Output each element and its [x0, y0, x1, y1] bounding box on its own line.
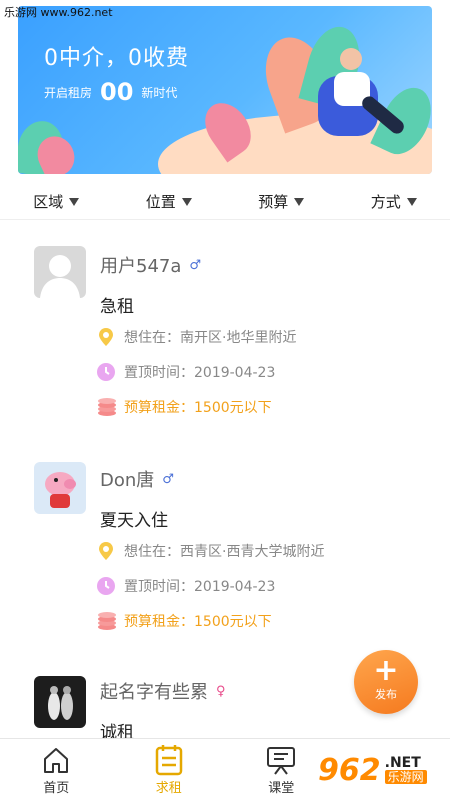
location-row: 想住在：南开区·地华里附近	[96, 327, 296, 347]
listing-title: 急租	[100, 297, 134, 317]
budget-row: 预算租金：1500元以下	[96, 397, 272, 417]
budget-text: 预算租金：1500元以下	[124, 614, 272, 630]
pin-time-row: 置顶时间：2019-04-23	[96, 576, 275, 596]
location-row: 想住在：西青区·西青大学城附近	[96, 541, 324, 561]
filter-label: 区域	[33, 193, 64, 211]
watermark-logo-number: 962	[318, 752, 381, 788]
tab-home[interactable]: 首页	[21, 743, 91, 796]
watermark-logo-sub: .NET 乐游网	[384, 755, 427, 784]
username: Don唐	[100, 470, 155, 491]
pin-time-row: 置顶时间：2019-04-23	[96, 362, 275, 382]
filter-location[interactable]: 位置	[146, 191, 192, 212]
location-text: 想住在：西青区·西青大学城附近	[124, 544, 325, 560]
plus-icon: +	[373, 653, 399, 688]
banner-person-illustration	[318, 46, 408, 166]
coins-icon	[96, 611, 116, 631]
photo-avatar-icon	[48, 686, 73, 720]
notepad-icon	[134, 743, 204, 777]
filter-label: 预算	[258, 193, 289, 211]
filter-method[interactable]: 方式	[371, 191, 417, 212]
banner-subline: 开启租房 00 新时代	[44, 78, 177, 106]
caret-down-icon	[69, 197, 80, 206]
banner-headline: 0中介，0收费	[44, 46, 189, 71]
female-icon: ♀	[216, 683, 226, 699]
tab-label: 首页	[43, 781, 70, 796]
default-user-icon	[40, 255, 80, 298]
promo-banner[interactable]: 0中介，0收费 开启租房 00 新时代	[18, 6, 432, 174]
home-icon	[21, 743, 91, 777]
coins-icon	[96, 397, 116, 417]
listing-title: 夏天入住	[100, 511, 168, 531]
watermark-top-text: 乐游网 www.962.net	[4, 6, 113, 19]
location-pin-icon	[96, 327, 116, 347]
filter-bar: 区域 位置 预算 方式	[0, 184, 450, 220]
budget-row: 预算租金：1500元以下	[96, 611, 272, 631]
location-pin-icon	[96, 541, 116, 561]
watermark-logo-net: .NET	[384, 755, 421, 771]
pig-avatar-icon	[45, 472, 76, 508]
publish-label: 发布	[375, 688, 397, 701]
location-text: 想住在：南开区·地华里附近	[124, 330, 297, 346]
male-icon: ♂	[162, 471, 174, 487]
avatar[interactable]	[34, 676, 86, 728]
username-row: Don唐 ♂	[100, 466, 174, 492]
clock-icon	[96, 362, 116, 382]
tab-label: 求租	[155, 781, 182, 796]
pin-time-text: 置顶时间：2019-04-23	[124, 365, 276, 381]
male-icon: ♂	[189, 257, 202, 273]
caret-down-icon	[294, 197, 305, 206]
username-row: 用户547a ♂	[100, 252, 201, 278]
filter-region[interactable]: 区域	[33, 191, 80, 212]
pin-time-text: 置顶时间：2019-04-23	[124, 579, 276, 595]
clock-icon	[96, 576, 116, 596]
username: 起名字有些累	[100, 682, 208, 703]
budget-text: 预算租金：1500元以下	[124, 400, 272, 416]
banner-sub-left: 开启租房	[44, 85, 93, 100]
filter-label: 位置	[145, 193, 176, 211]
tab-classroom[interactable]: 课堂	[246, 743, 316, 796]
filter-label: 方式	[370, 193, 401, 211]
avatar[interactable]	[34, 246, 86, 298]
presentation-board-icon	[246, 743, 316, 777]
banner-sub-right: 新时代	[141, 85, 178, 100]
watermark-logo: 962 .NET 乐游网	[318, 746, 448, 794]
avatar[interactable]	[34, 462, 86, 514]
banner-sub-big: 00	[100, 78, 134, 106]
username-row: 起名字有些累 ♀	[100, 678, 226, 704]
caret-down-icon	[406, 197, 417, 206]
publish-button[interactable]: + 发布	[354, 650, 418, 714]
caret-down-icon	[181, 197, 192, 206]
tab-rent-request[interactable]: 求租	[134, 743, 204, 796]
watermark-logo-cn: 乐游网	[384, 770, 427, 784]
tab-label: 课堂	[268, 781, 295, 796]
filter-budget[interactable]: 预算	[258, 191, 305, 212]
username: 用户547a	[100, 256, 182, 277]
